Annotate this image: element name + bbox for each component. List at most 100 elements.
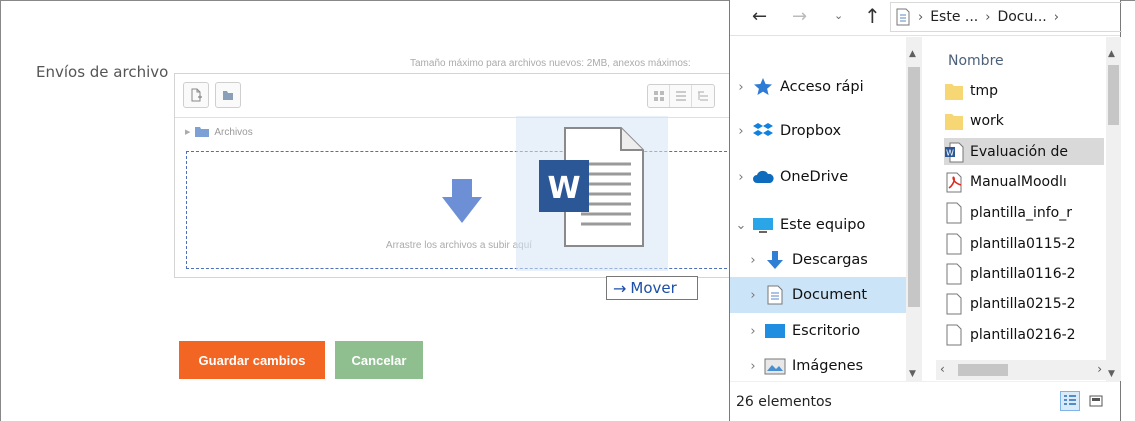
navigation-pane: › Acceso rápi › Dropbox › OneDrive ⌄ Est…	[730, 37, 922, 381]
nav-item-label: Este equipo	[780, 217, 866, 233]
scroll-down-icon[interactable]: ▼	[1108, 369, 1115, 379]
details-view-icon	[1064, 395, 1076, 405]
nav-item-label: Descargas	[792, 252, 868, 268]
details-view-button[interactable]	[1060, 391, 1080, 411]
list-item[interactable]: tmp	[944, 77, 1104, 104]
view-icons-button[interactable]	[648, 85, 670, 107]
computer-icon	[753, 218, 773, 233]
scroll-up-icon[interactable]: ▲	[909, 49, 916, 59]
large-icons-view-button[interactable]	[1086, 391, 1106, 411]
list-item[interactable]: plantilla0216-2	[944, 321, 1104, 348]
scroll-right-icon[interactable]: ›	[1097, 362, 1102, 376]
cloud-icon	[753, 170, 774, 183]
arrow-right-icon: →	[613, 278, 627, 298]
breadcrumb[interactable]: ▶ Archivos	[185, 124, 253, 140]
address-segment[interactable]: Este ...	[930, 9, 978, 25]
nav-item-downloads[interactable]: › Descargas	[730, 242, 906, 278]
list-item[interactable]: plantilla0116-2	[944, 260, 1104, 287]
chevron-right-icon[interactable]: ›	[742, 324, 764, 339]
dropbox-icon	[753, 123, 773, 136]
nav-item-quick-access[interactable]: › Acceso rápi	[730, 69, 906, 105]
nav-item-this-pc[interactable]: ⌄ Este equipo	[730, 207, 906, 243]
list-item[interactable]: ManualMoodlı	[944, 168, 1104, 195]
nav-item-dropbox[interactable]: › Dropbox	[730, 113, 906, 149]
field-label: Envíos de archivo	[36, 63, 169, 81]
max-size-text: Tamaño máximo para archivos nuevos: 2MB,…	[410, 58, 691, 69]
file-name: ManualMoodlı	[970, 173, 1067, 190]
add-file-button[interactable]	[183, 82, 209, 108]
cancel-button[interactable]: Cancelar	[335, 341, 423, 379]
nav-item-pictures[interactable]: › Imágenes	[730, 348, 906, 381]
list-item[interactable]: W Evaluación de	[944, 138, 1104, 165]
download-arrow-icon	[442, 179, 482, 223]
file-icon	[946, 202, 962, 223]
chevron-right-icon[interactable]: ›	[742, 288, 764, 303]
documents-icon	[767, 285, 783, 305]
nav-item-label: Dropbox	[780, 123, 842, 139]
file-list: Nombre tmp work W Evaluación de ManualMo…	[936, 37, 1106, 381]
grid-icon	[653, 91, 664, 101]
list-item[interactable]: plantilla0215-2	[944, 290, 1104, 317]
save-changes-button[interactable]: Guardar cambios	[179, 341, 325, 379]
nav-item-label: Document	[792, 287, 868, 303]
file-icon	[946, 263, 962, 284]
list-item[interactable]: work	[944, 107, 1104, 134]
list-item[interactable]: plantilla_info_r	[944, 199, 1104, 226]
item-count: 26 elementos	[736, 394, 832, 410]
navigation-pane-scrollbar[interactable]: ▲ ▼	[906, 37, 922, 381]
scrollbar-thumb[interactable]	[958, 364, 1008, 376]
scrollbar-thumb[interactable]	[908, 67, 920, 307]
chevron-right-icon[interactable]: ›	[730, 124, 752, 139]
chevron-right-icon[interactable]: ›	[730, 170, 752, 185]
chevron-down-icon[interactable]: ⌄	[730, 218, 752, 233]
view-list-button[interactable]	[670, 85, 692, 107]
breadcrumb-label: Archivos	[214, 126, 253, 138]
pictures-icon	[764, 358, 786, 375]
nav-item-desktop[interactable]: › Escritorio	[730, 313, 906, 349]
svg-text:W: W	[547, 171, 580, 206]
address-bar[interactable]: › Este ... › Docu... ›	[890, 2, 1122, 32]
file-manager-toolbar	[175, 74, 733, 118]
breadcrumb-separator-icon: ›	[1053, 9, 1059, 25]
file-name: plantilla0115-2	[970, 235, 1076, 252]
column-header-name[interactable]: Nombre	[948, 53, 1004, 69]
nav-item-label: OneDrive	[780, 169, 849, 185]
create-folder-button[interactable]	[215, 82, 241, 108]
list-icon	[675, 91, 686, 101]
move-tooltip-label: Mover	[630, 279, 677, 297]
view-tree-button[interactable]	[692, 85, 714, 107]
nav-item-onedrive[interactable]: › OneDrive	[730, 159, 906, 195]
scrollbar-thumb[interactable]	[1108, 65, 1119, 125]
back-arrow-icon[interactable]: ←	[752, 6, 767, 27]
nav-item-label: Acceso rápi	[780, 79, 864, 95]
recent-locations-icon[interactable]: ⌄	[834, 9, 843, 22]
chevron-right-icon[interactable]: ›	[742, 253, 764, 268]
folder-icon	[945, 83, 963, 100]
scroll-down-icon[interactable]: ▼	[909, 369, 916, 379]
address-segment[interactable]: Docu...	[997, 9, 1046, 25]
folder-icon	[223, 91, 233, 100]
move-tooltip: → Mover	[606, 276, 698, 300]
nav-item-label: Escritorio	[792, 323, 861, 339]
up-arrow-icon[interactable]: ↑	[864, 4, 881, 28]
horizontal-scrollbar[interactable]: ‹ ›	[936, 360, 1106, 380]
nav-item-documents[interactable]: › Document	[730, 277, 906, 313]
tree-icon	[698, 91, 708, 101]
forward-arrow-icon[interactable]: →	[792, 6, 807, 27]
chevron-right-icon[interactable]: ›	[742, 359, 764, 374]
list-item[interactable]: plantilla0115-2	[944, 230, 1104, 257]
scroll-up-icon[interactable]: ▲	[1108, 49, 1115, 59]
folder-icon	[945, 113, 963, 130]
svg-text:W: W	[946, 148, 954, 157]
view-switcher	[647, 84, 715, 108]
file-icon	[946, 324, 962, 345]
word-document-icon: W	[539, 127, 644, 247]
file-icon	[946, 293, 962, 314]
file-list-scrollbar[interactable]: ▲ ▼	[1106, 37, 1121, 381]
chevron-right-icon[interactable]: ›	[730, 80, 752, 95]
expand-triangle-icon: ▶	[185, 129, 191, 136]
folder-icon	[195, 127, 210, 137]
desktop-icon	[765, 324, 785, 338]
file-name: tmp	[970, 82, 999, 99]
scroll-left-icon[interactable]: ‹	[940, 362, 945, 376]
